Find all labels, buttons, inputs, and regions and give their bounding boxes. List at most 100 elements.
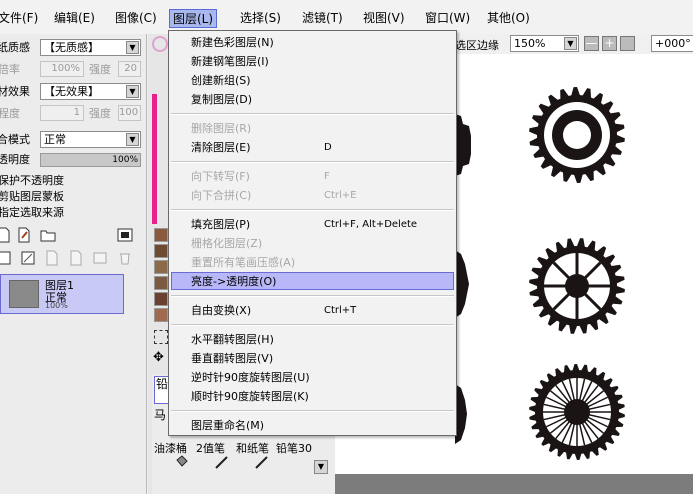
menu-transfer-down[interactable]: 向下转写(F) — [191, 167, 250, 186]
blend-mode-label: 合模式 — [0, 133, 30, 146]
tool-pencil30[interactable]: 铅笔30 — [276, 440, 312, 456]
swatch-4[interactable] — [154, 276, 168, 290]
new-layer-icon[interactable] — [0, 227, 12, 243]
menu-luminance-to-opacity[interactable]: 亮度->透明度(O) — [191, 272, 276, 291]
menu-rasterize-layer[interactable]: 栅格化图层(Z) — [191, 234, 262, 253]
swatch-6[interactable] — [154, 308, 168, 322]
chevron-down-icon: ▼ — [126, 133, 139, 146]
menu-separator — [171, 410, 454, 412]
zoom-out-button[interactable]: — — [584, 36, 599, 51]
canvas-bottom-bar — [335, 474, 693, 494]
swatch-2[interactable] — [154, 244, 168, 258]
pencil-icon — [255, 456, 268, 469]
left-panel: 纸质感 【无质感】 ▼ 倍率 100% 强度 20 材效果 【无效果】 ▼ 程度… — [0, 34, 147, 494]
color-wheel-icon[interactable] — [152, 36, 168, 52]
merge-icon[interactable] — [20, 250, 36, 266]
menu-free-transform[interactable]: 自由变换(X) — [191, 301, 251, 320]
select-tool-icon[interactable] — [154, 330, 168, 344]
menu-window[interactable]: 窗口(W) — [421, 9, 474, 28]
angle-field[interactable]: +000° — [651, 35, 693, 52]
blend-mode-value: 正常 — [44, 133, 66, 146]
opacity-label: 透明度 — [0, 153, 30, 166]
menu-separator — [171, 324, 454, 326]
menu-rename-layer[interactable]: 图层重命名(M) — [191, 416, 264, 435]
menu-reset-pressure[interactable]: 重置所有笔画压感(A) — [191, 253, 295, 272]
menu-other[interactable]: 其他(O) — [483, 9, 534, 28]
clear-layer-icon[interactable] — [0, 250, 12, 266]
menu-image[interactable]: 图像(C) — [111, 9, 161, 28]
menu-file[interactable]: 文件(F) — [0, 9, 42, 28]
select-source-checkbox[interactable]: 指定选取来源 — [0, 204, 64, 222]
bucket-icon — [176, 455, 188, 467]
swatch-1[interactable] — [154, 228, 168, 242]
swatch-3[interactable] — [154, 260, 168, 274]
layer-menu-dropdown: 新建色彩图层(N) 新建钢笔图层(I) 创建新组(S) 复制图层(D) 删除图层… — [168, 30, 457, 436]
menu-separator — [171, 161, 454, 163]
zoom-in-button[interactable]: + — [602, 36, 617, 51]
trash-icon[interactable] — [117, 250, 133, 266]
menu-clear-layer[interactable]: 清除图层(E) — [191, 138, 251, 157]
menu-create-group[interactable]: 创建新组(S) — [191, 71, 251, 90]
menu-delete-layer[interactable]: 删除图层(R) — [191, 119, 251, 138]
layer-opacity: 100% — [45, 301, 68, 310]
menu-new-color-layer[interactable]: 新建色彩图层(N) — [191, 33, 274, 52]
blend-mode-select[interactable]: 正常 ▼ — [40, 131, 141, 148]
merge-down-icon[interactable] — [68, 250, 84, 266]
folder-icon[interactable] — [40, 227, 56, 243]
menu-separator — [171, 209, 454, 211]
menu-flip-horizontal[interactable]: 水平翻转图层(H) — [191, 330, 274, 349]
shortcut-fill-layer: Ctrl+F, Alt+Delete — [324, 219, 418, 230]
material-effect-label: 材效果 — [0, 85, 30, 98]
menu-fill-layer[interactable]: 填充图层(P) — [191, 215, 250, 234]
layer-row[interactable]: 图层1 正常 100% — [0, 274, 124, 314]
canvas[interactable] — [455, 54, 693, 494]
menu-separator — [171, 295, 454, 297]
move-tool-icon[interactable]: ✥ — [153, 350, 164, 365]
menu-view[interactable]: 视图(V) — [359, 9, 409, 28]
shortcut-clear-layer: D — [324, 142, 332, 153]
degree-label: 程度 — [0, 107, 20, 120]
gear-partial-2 — [455, 250, 469, 318]
zoom-value: 150% — [514, 37, 546, 50]
select-edge-label: 选区边缘 — [455, 39, 499, 52]
zoom-reset-button[interactable] — [620, 36, 635, 51]
zoom-select[interactable]: 150% ▼ — [510, 35, 579, 52]
rate-field[interactable]: 100% — [40, 61, 84, 77]
shortcut-transfer-down: F — [324, 171, 330, 182]
tool-scroll-down-button[interactable]: ▼ — [314, 460, 328, 474]
transfer-icon[interactable] — [44, 250, 60, 266]
menu-select[interactable]: 选择(S) — [236, 9, 285, 28]
menu-flip-vertical[interactable]: 垂直翻转图层(V) — [191, 349, 273, 368]
gear-partial-1 — [455, 114, 471, 176]
canvas-toolbar: 选区边缘 150% ▼ — + +000° — [455, 34, 693, 54]
menu-filter[interactable]: 滤镜(T) — [298, 9, 347, 28]
mask-icon[interactable] — [117, 227, 133, 243]
degree-field[interactable]: 1 — [40, 105, 84, 121]
menu-rotate-ccw[interactable]: 逆时针90度旋转图层(U) — [191, 368, 310, 387]
paper-texture-label: 纸质感 — [0, 41, 30, 54]
menu-bar: 文件(F) 编辑(E) 图像(C) 图层(L) 选择(S) 滤镜(T) 视图(V… — [0, 0, 693, 34]
material-effect-select[interactable]: 【无效果】 ▼ — [40, 83, 141, 100]
menu-edit[interactable]: 编辑(E) — [50, 9, 99, 28]
merge-all-icon[interactable] — [92, 250, 108, 266]
gear-3-hub — [564, 399, 590, 425]
chevron-down-icon: ▼ — [126, 85, 139, 98]
menu-layer[interactable]: 图层(L) — [169, 9, 218, 28]
pen-icon — [215, 456, 228, 469]
opacity-slider[interactable]: 100% — [40, 153, 141, 167]
strength-field[interactable]: 20 — [118, 61, 141, 77]
menu-rotate-cw[interactable]: 顺时针90度旋转图层(K) — [191, 387, 309, 406]
strength2-field[interactable]: 100 — [118, 105, 141, 121]
chevron-down-icon: ▼ — [126, 41, 139, 54]
menu-merge-down[interactable]: 向下合拼(C) — [191, 186, 251, 205]
menu-new-pen-layer[interactable]: 新建钢笔图层(I) — [191, 52, 269, 71]
strength2-label: 强度 — [89, 107, 111, 120]
paper-texture-value: 【无质感】 — [44, 41, 99, 54]
pen-layer-icon[interactable] — [16, 227, 32, 243]
tool-tab-2[interactable]: 马 — [154, 406, 166, 423]
opacity-value: 100% — [112, 155, 138, 165]
menu-duplicate-layer[interactable]: 复制图层(D) — [191, 90, 252, 109]
swatch-5[interactable] — [154, 292, 168, 306]
paper-texture-select[interactable]: 【无质感】 ▼ — [40, 39, 141, 56]
material-effect-value: 【无效果】 — [44, 85, 99, 98]
